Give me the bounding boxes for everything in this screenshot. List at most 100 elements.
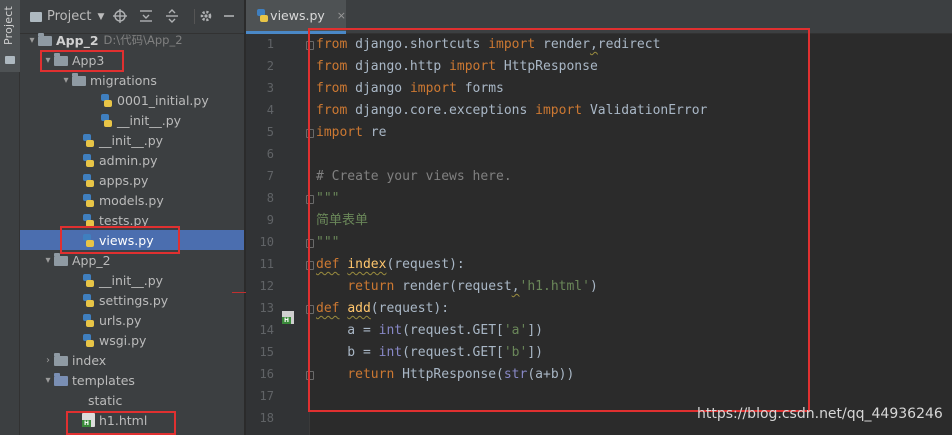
fold-marker-icon[interactable] bbox=[306, 261, 314, 270]
line-number: 15 bbox=[259, 345, 274, 359]
code-line[interactable]: a = int(request.GET['a']) bbox=[316, 321, 543, 341]
python-file-icon bbox=[82, 273, 95, 287]
code-line[interactable]: b = int(request.GET['b']) bbox=[316, 343, 543, 363]
tree-item-wsgi[interactable]: wsgi.py bbox=[20, 330, 244, 350]
tree-item-app2-root[interactable]: ▾ App_2 D:\代码\App_2 bbox=[20, 30, 244, 50]
project-tool-tab[interactable]: Project bbox=[0, 0, 20, 72]
minimize-icon[interactable] bbox=[221, 8, 237, 24]
tree-item-index[interactable]: › index bbox=[20, 350, 244, 370]
code-area[interactable]: from django.shortcuts import render,redi… bbox=[316, 34, 952, 435]
folder-icon bbox=[72, 73, 86, 86]
chevron-down-icon[interactable]: ▾ bbox=[26, 35, 38, 46]
line-number: 8 bbox=[266, 191, 274, 205]
code-token: ]) bbox=[527, 323, 543, 338]
tree-item-settings[interactable]: settings.py bbox=[20, 290, 244, 310]
tree-item-migrations[interactable]: ▾ migrations bbox=[20, 70, 244, 90]
gear-icon[interactable] bbox=[198, 8, 214, 24]
templates-folder-icon bbox=[54, 373, 68, 386]
chevron-down-icon[interactable]: ▾ bbox=[42, 255, 54, 266]
code-token: def bbox=[316, 301, 340, 316]
line-number: 18 bbox=[259, 411, 274, 425]
python-file-icon bbox=[82, 313, 95, 327]
python-file-icon bbox=[100, 113, 113, 127]
fold-marker-icon[interactable] bbox=[306, 239, 314, 248]
tree-item-h1-html[interactable]: h1.html bbox=[20, 410, 244, 430]
fold-marker-icon[interactable] bbox=[306, 195, 314, 204]
close-icon[interactable]: × bbox=[337, 9, 346, 22]
code-line[interactable]: def index(request): bbox=[316, 255, 465, 275]
fold-marker-icon[interactable] bbox=[306, 371, 314, 380]
tree-item-models[interactable]: models.py bbox=[20, 190, 244, 210]
project-panel: Project ▼ ▾ App_2 D:\代码\App_2 ▾ App3 ▾ m… bbox=[20, 0, 245, 435]
tree-item-app2-init[interactable]: __init__.py bbox=[20, 270, 244, 290]
code-token: (request.GET[ bbox=[402, 323, 504, 338]
code-line[interactable]: from django import forms bbox=[316, 79, 504, 99]
project-icon bbox=[30, 11, 42, 22]
tab-views-py[interactable]: views.py × bbox=[246, 0, 346, 34]
crosshair-icon[interactable] bbox=[112, 8, 128, 24]
chevron-down-icon[interactable]: ▾ bbox=[42, 375, 54, 386]
code-line[interactable]: 简单表单 bbox=[316, 211, 368, 231]
tree-item-tests[interactable]: tests.py bbox=[20, 210, 244, 230]
line-number: 1 bbox=[266, 37, 274, 51]
code-token: return bbox=[347, 367, 395, 382]
tree-item-views[interactable]: views.py bbox=[20, 230, 244, 250]
code-line[interactable]: """ bbox=[316, 233, 339, 253]
code-token: import bbox=[488, 37, 536, 52]
code-line[interactable]: # Create your views here. bbox=[316, 167, 512, 187]
tree-item-app3-init[interactable]: __init__.py bbox=[20, 130, 244, 150]
fold-marker-icon[interactable] bbox=[306, 41, 314, 50]
tree-item-label: __init__.py bbox=[99, 132, 164, 148]
chevron-down-icon[interactable]: ▾ bbox=[42, 55, 54, 66]
code-line[interactable]: return render(request,'h1.html') bbox=[316, 277, 597, 297]
code-token: index bbox=[347, 257, 387, 272]
code-line[interactable]: from django.core.exceptions import Valid… bbox=[316, 101, 707, 121]
fold-marker-icon[interactable] bbox=[306, 305, 314, 314]
code-token: (request): bbox=[370, 301, 450, 316]
project-panel-title: Project bbox=[47, 9, 92, 24]
python-file-icon bbox=[82, 213, 95, 227]
tree-item-admin[interactable]: admin.py bbox=[20, 150, 244, 170]
tree-item-0001-initial[interactable]: 0001_initial.py bbox=[20, 90, 244, 110]
project-view-selector[interactable]: Project ▼ bbox=[30, 9, 104, 24]
code-token: ]) bbox=[527, 345, 543, 360]
code-line[interactable]: from django.http import HttpResponse bbox=[316, 57, 598, 77]
tree-item-app3[interactable]: ▾ App3 bbox=[20, 50, 244, 70]
tree-item-migrations-init[interactable]: __init__.py bbox=[20, 110, 244, 130]
tree-item-static[interactable]: static bbox=[20, 390, 244, 410]
collapse-icon[interactable] bbox=[138, 8, 154, 24]
tree-item-templates[interactable]: ▾ templates bbox=[20, 370, 244, 390]
code-line[interactable]: from django.shortcuts import render,redi… bbox=[316, 35, 660, 55]
fold-marker-icon[interactable] bbox=[306, 129, 314, 138]
code-line[interactable]: return HttpResponse(str(a+b)) bbox=[316, 365, 574, 385]
line-number: 4 bbox=[266, 103, 274, 117]
code-token: import bbox=[409, 81, 457, 96]
code-token: 'h1.html' bbox=[519, 279, 590, 294]
line-number: 13 bbox=[259, 301, 274, 315]
folder-icon bbox=[54, 253, 68, 266]
project-tool-tab-label: Project bbox=[2, 6, 15, 46]
annotation-mark bbox=[232, 292, 246, 293]
code-line[interactable]: """ bbox=[316, 189, 339, 209]
html-template-gutter-icon[interactable] bbox=[282, 311, 296, 325]
editor: views.py × 123456789101112131415161718 f… bbox=[246, 0, 952, 435]
code-token: (a+b)) bbox=[527, 367, 575, 382]
code-line[interactable]: def add(request): bbox=[316, 299, 449, 319]
python-file-icon bbox=[82, 133, 95, 147]
python-file-icon bbox=[82, 293, 95, 307]
expand-icon[interactable] bbox=[164, 8, 180, 24]
tree-item-urls[interactable]: urls.py bbox=[20, 310, 244, 330]
tree-item-label: settings.py bbox=[99, 292, 169, 308]
tree-item-label: apps.py bbox=[99, 172, 149, 188]
tree-item-apps[interactable]: apps.py bbox=[20, 170, 244, 190]
chevron-right-icon[interactable]: › bbox=[42, 355, 54, 366]
tree-item-app2-package[interactable]: ▾ App_2 bbox=[20, 250, 244, 270]
code-token: str bbox=[503, 367, 528, 382]
line-number: 11 bbox=[259, 257, 274, 271]
chevron-down-icon[interactable]: ▾ bbox=[60, 75, 72, 86]
project-panel-header: Project ▼ bbox=[20, 0, 244, 34]
code-line[interactable]: import re bbox=[316, 123, 386, 143]
line-number: 6 bbox=[266, 147, 274, 161]
